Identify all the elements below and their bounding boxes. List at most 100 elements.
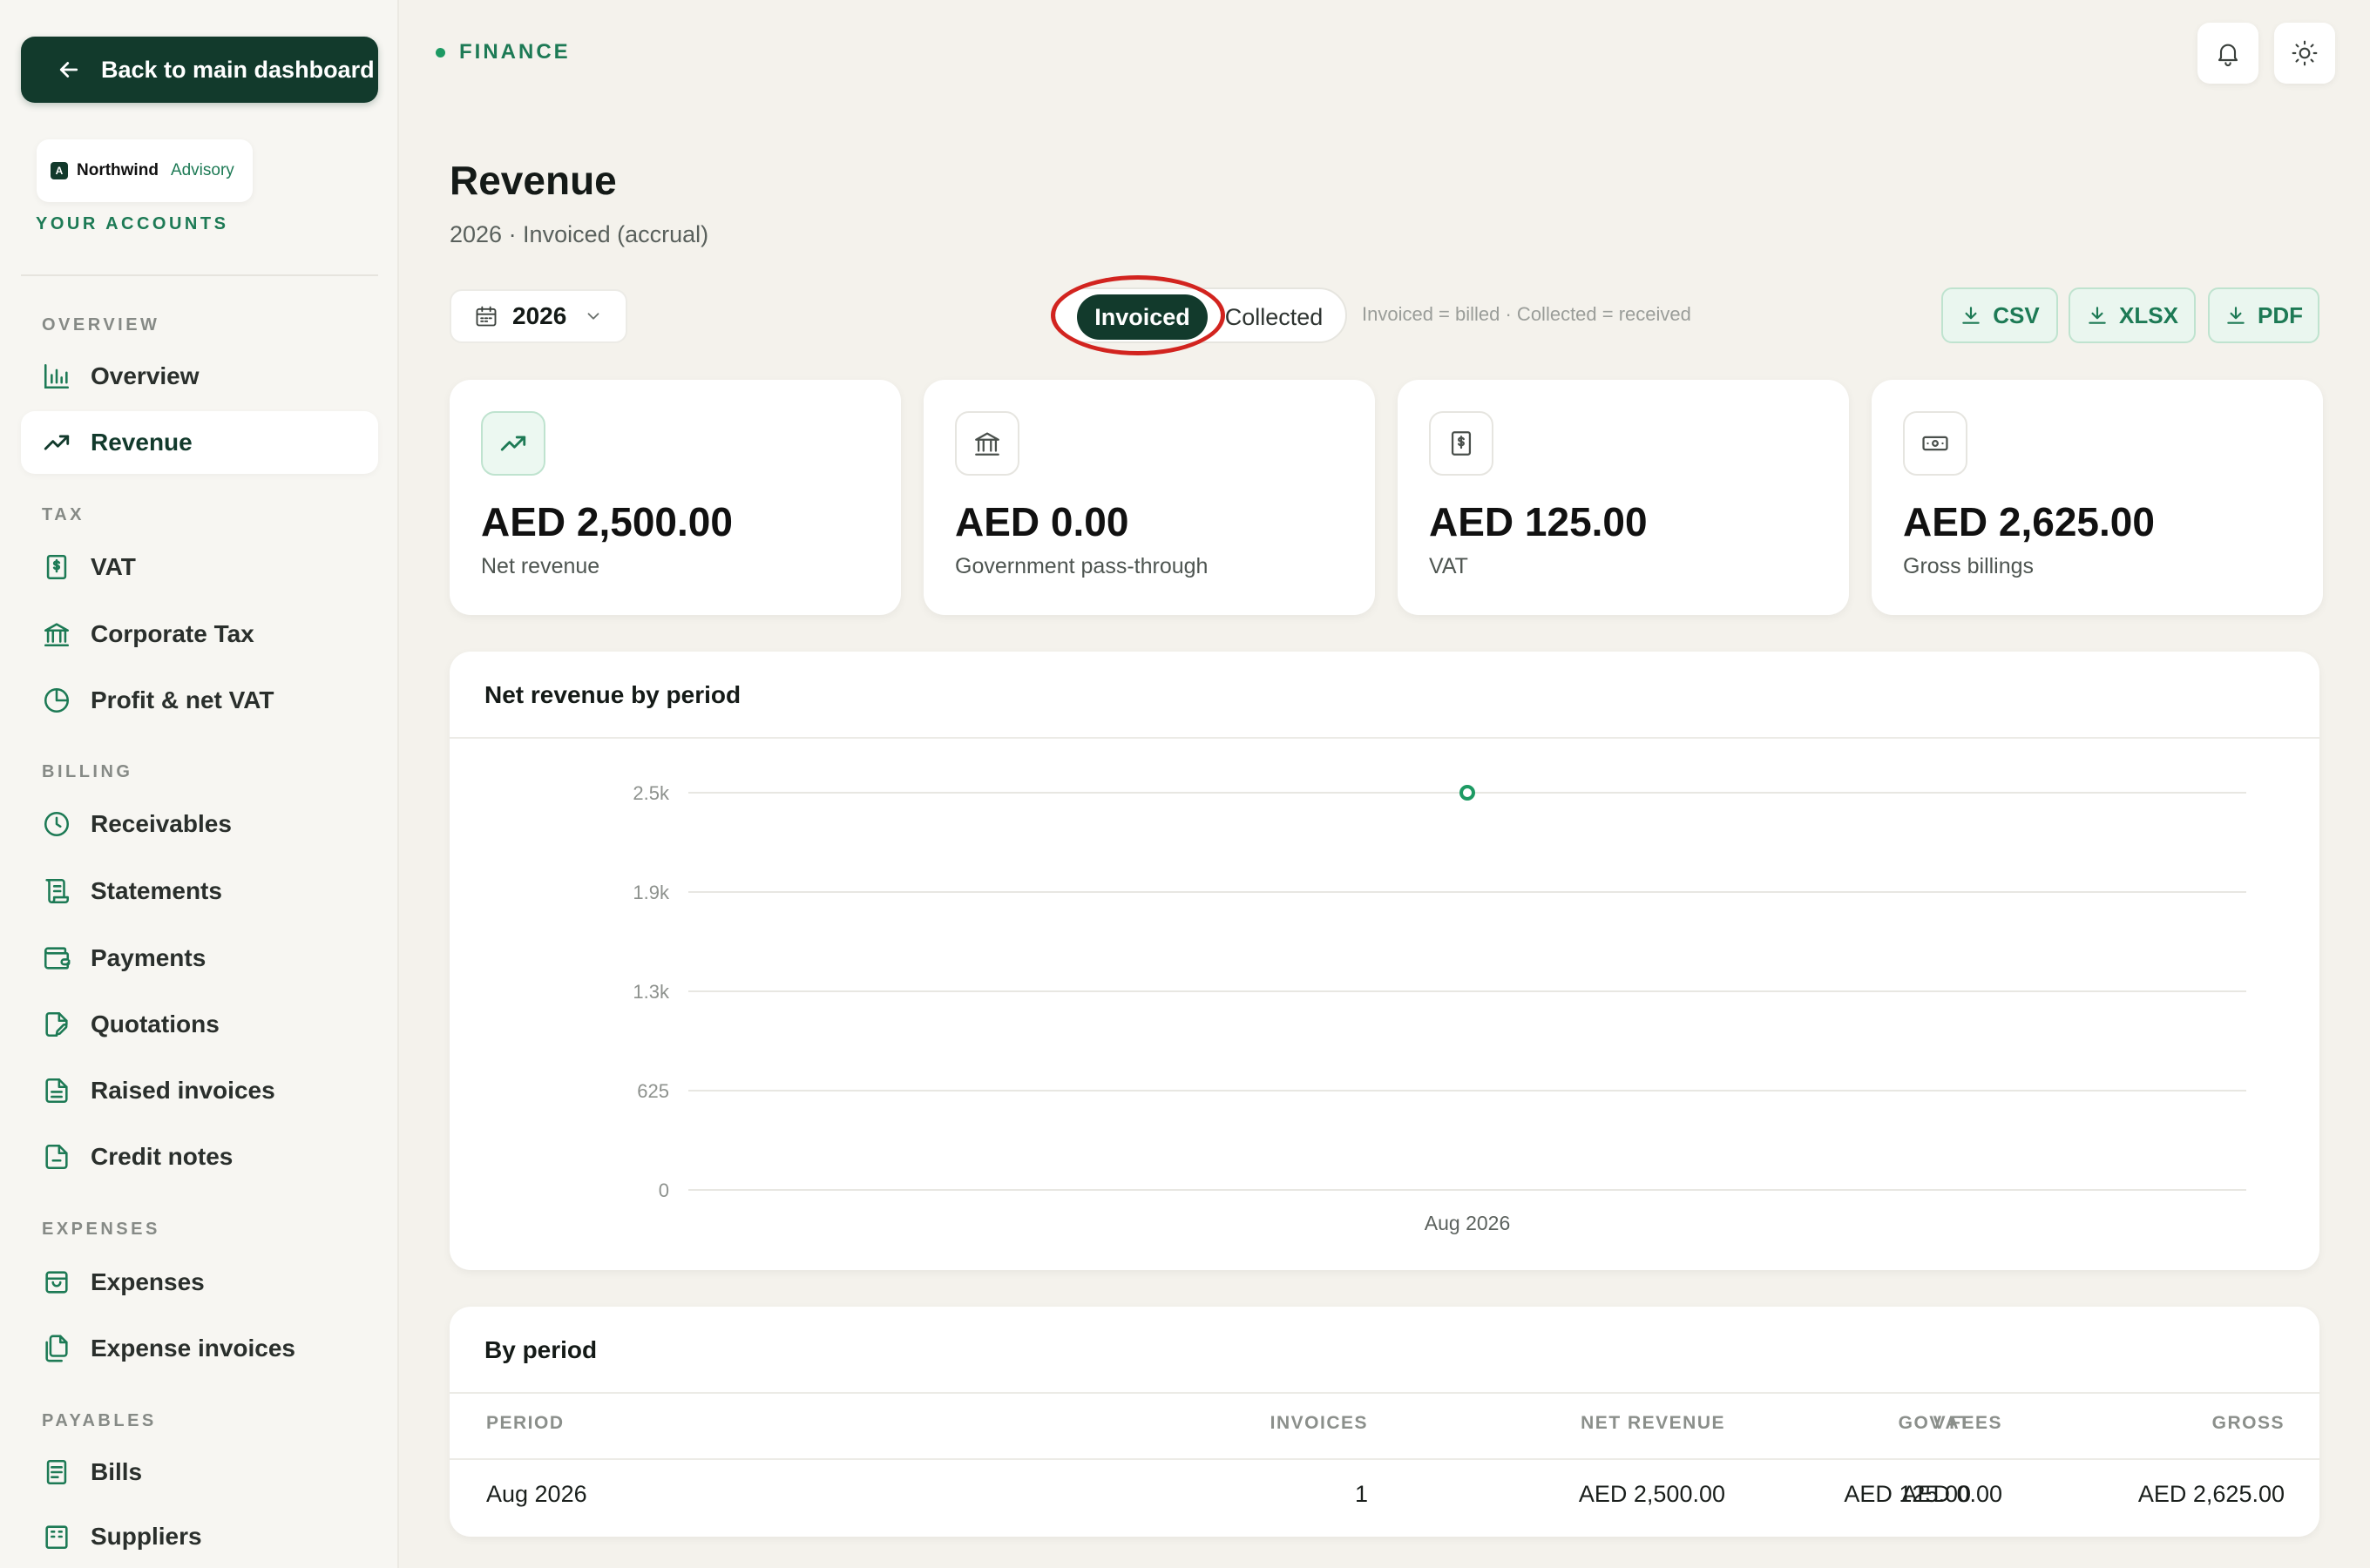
sidebar-item-credit-notes[interactable]: Credit notes: [21, 1125, 378, 1188]
kpi-label: Net revenue: [481, 554, 600, 578]
bar-chart-icon: [44, 363, 70, 389]
export-csv-label: CSV: [1993, 301, 2040, 328]
basis-toggle: Invoiced Collected: [1054, 287, 1347, 343]
back-to-dashboard-button[interactable]: Back to main dashboard: [21, 37, 378, 103]
sun-icon: [2292, 40, 2318, 66]
chart-y-tick-label: 1.3k: [633, 981, 670, 1003]
kpi-label: Government pass-through: [955, 554, 1209, 578]
brand-logo[interactable]: A Northwind Advisory: [37, 139, 253, 202]
sidebar-item-label: Raised invoices: [91, 1077, 275, 1104]
sidebar-item-bills[interactable]: Bills: [21, 1441, 378, 1504]
year-select[interactable]: 2026: [450, 289, 627, 343]
download-icon: [2089, 307, 2106, 324]
chart-y-tick-label: 1.9k: [633, 882, 670, 903]
basis-option-collected[interactable]: Collected: [1211, 294, 1337, 340]
brand-sub: Advisory: [170, 161, 234, 179]
download-icon: [1962, 307, 1981, 324]
building-icon: [45, 1525, 68, 1550]
shopping-bag-icon: [45, 1271, 68, 1294]
chart-x-tick-label: Aug 2026: [1425, 1212, 1510, 1234]
trending-up-icon: [481, 411, 545, 476]
sidebar-item-overview[interactable]: Overview: [21, 345, 378, 408]
receipt-icon: [46, 554, 67, 580]
brand-name: Northwind: [77, 161, 159, 179]
table-header-period[interactable]: PERIOD: [486, 1413, 565, 1434]
basis-option-invoiced[interactable]: Invoiced: [1077, 294, 1208, 340]
export-xlsx-button[interactable]: XLSX: [2069, 287, 2196, 343]
sidebar-item-corporate-tax[interactable]: Corporate Tax: [21, 603, 378, 666]
bell-icon: [2218, 44, 2238, 66]
chart-y-tick-label: 2.5k: [633, 782, 670, 804]
table-cell-gross: AED 2,625.00: [2137, 1481, 2285, 1507]
wallet-icon: [44, 947, 71, 970]
table-panel-title: By period: [484, 1336, 598, 1363]
theme-toggle-button[interactable]: [2274, 23, 2335, 84]
sidebar-item-statements[interactable]: Statements: [21, 860, 378, 923]
table-header-gross[interactable]: GROSS: [2212, 1413, 2285, 1434]
section-label-expenses: EXPENSES: [42, 1220, 160, 1239]
breadcrumb: FINANCE: [436, 40, 571, 64]
clock-icon: [44, 811, 70, 837]
table-panel: By period: [450, 1307, 2319, 1537]
sidebar-item-expenses[interactable]: Expenses: [21, 1251, 378, 1314]
kpi-card-gross-billings: AED 2,625.00 Gross billings: [1872, 380, 2323, 615]
sidebar-item-revenue[interactable]: Revenue: [21, 411, 378, 474]
export-pdf-label: PDF: [2258, 301, 2303, 328]
sidebar-item-label: Expense invoices: [91, 1335, 296, 1362]
receipt-icon: [1429, 411, 1493, 476]
your-accounts-link[interactable]: YOUR ACCOUNTS: [36, 214, 228, 234]
sidebar-item-payments[interactable]: Payments: [21, 927, 378, 990]
year-select-value: 2026: [512, 302, 567, 329]
chart-panel: Net revenue by period 0 625 1.3k 1.9k 2.5k Au…: [450, 652, 2319, 1270]
bank-icon: [44, 623, 70, 647]
table-header-net-revenue[interactable]: NET REVENUE: [1581, 1413, 1725, 1434]
sidebar-item-label: Quotations: [91, 1010, 220, 1037]
sidebar-item-profit-net-vat[interactable]: Profit & net VAT: [21, 669, 378, 732]
section-label-payables: PAYABLES: [42, 1411, 157, 1430]
basis-hint: Invoiced = billed · Collected = received: [1362, 303, 1691, 325]
breadcrumb-dot: [436, 47, 445, 57]
table-header-invoices[interactable]: INVOICES: [1270, 1413, 1368, 1434]
section-label-billing: BILLING: [42, 762, 133, 781]
export-pdf-button[interactable]: PDF: [2208, 287, 2319, 343]
sidebar-item-label: Receivables: [91, 810, 232, 837]
sidebar-item-label: VAT: [91, 553, 136, 580]
chart-data-point[interactable]: [1459, 785, 1475, 801]
sidebar-item-label: Statements: [91, 877, 222, 904]
sidebar-item-suppliers[interactable]: Suppliers: [21, 1505, 378, 1568]
bill-icon: [46, 1459, 67, 1485]
chevron-down-icon: [587, 313, 599, 320]
notifications-button[interactable]: [2197, 23, 2258, 84]
file-icon: [45, 1144, 68, 1170]
kpi-label: VAT: [1429, 554, 1468, 578]
banknote-icon: [1903, 411, 1967, 476]
page-subtitle: 2026 · Invoiced (accrual): [450, 221, 709, 247]
table-cell-vat: AED 125.00: [1844, 1481, 1971, 1507]
brand-mark: A: [51, 162, 68, 179]
kpi-value: AED 125.00: [1429, 499, 1648, 544]
table-cell-net-revenue: AED 2,500.00: [1578, 1481, 1725, 1507]
files-icon: [45, 1335, 68, 1362]
pie-chart-icon: [44, 687, 70, 713]
page-title: Revenue: [450, 158, 617, 203]
calendar-icon: [476, 306, 497, 327]
back-to-dashboard-label: Back to main dashboard: [101, 56, 375, 83]
sidebar-divider: [21, 274, 378, 276]
sidebar-item-expense-invoices[interactable]: Expense invoices: [21, 1317, 378, 1380]
export-csv-button[interactable]: CSV: [1941, 287, 2058, 343]
panel-divider: [450, 1458, 2319, 1460]
section-label-tax: TAX: [42, 505, 85, 524]
sidebar-item-quotations[interactable]: Quotations: [21, 993, 378, 1056]
download-icon: [2227, 307, 2245, 324]
sidebar-item-vat[interactable]: VAT: [21, 536, 378, 598]
sidebar-item-label: Payments: [91, 944, 207, 971]
trending-up-icon: [44, 435, 70, 450]
net-revenue-chart: 0 625 1.3k 1.9k 2.5k Aug 2026: [633, 782, 2246, 1234]
chart-y-tick-label: 625: [637, 1080, 669, 1102]
sidebar-item-label: Bills: [91, 1458, 143, 1485]
table-header-vat[interactable]: VAT: [1933, 1413, 1971, 1434]
sidebar: Back to main dashboard A Northwind Advis…: [0, 0, 399, 1568]
table-cell-period: Aug 2026: [486, 1481, 587, 1507]
sidebar-item-receivables[interactable]: Receivables: [21, 793, 378, 855]
sidebar-item-raised-invoices[interactable]: Raised invoices: [21, 1059, 378, 1122]
